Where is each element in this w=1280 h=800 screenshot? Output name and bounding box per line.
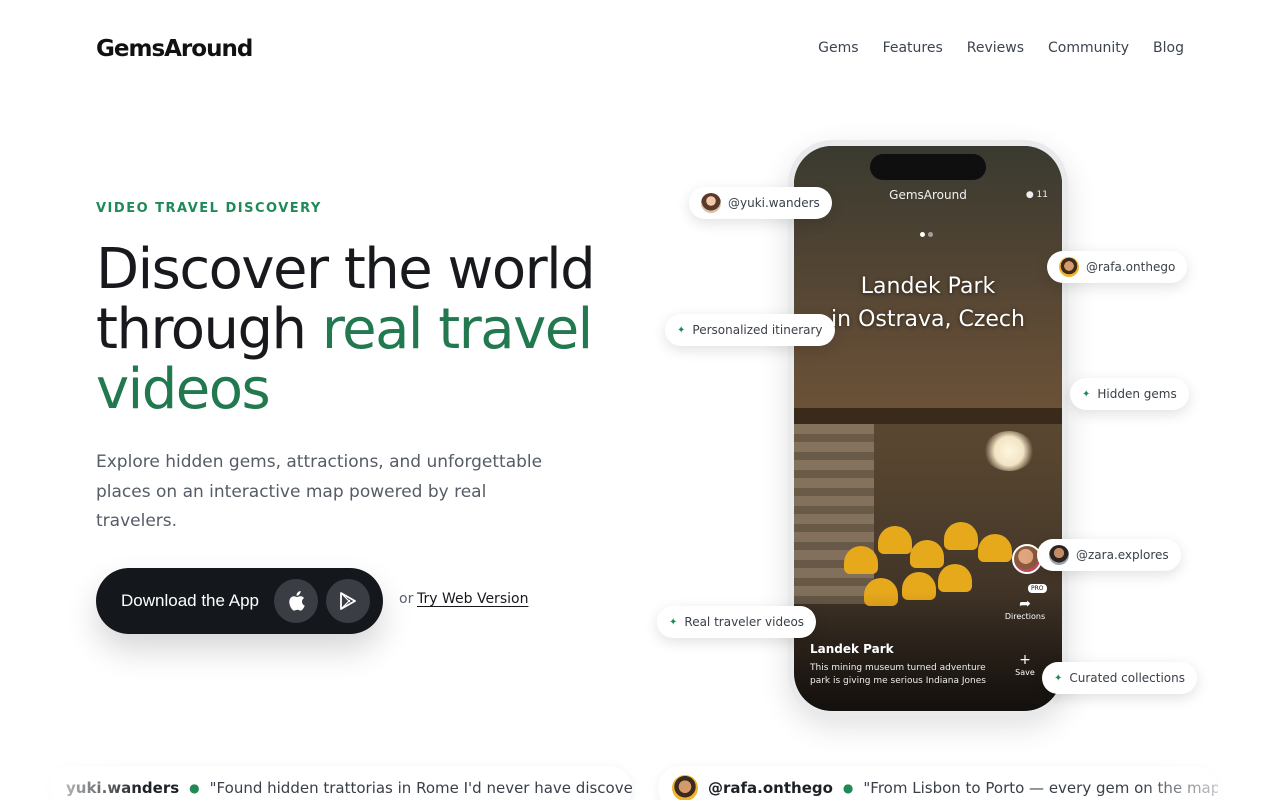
pill-personalized-itinerary: ✦ Personalized itinerary	[665, 314, 835, 346]
nav-link-gems[interactable]: Gems	[818, 40, 858, 56]
pill-label: Personalized itinerary	[692, 323, 823, 337]
google-play-icon[interactable]	[326, 579, 370, 623]
or-text: or	[399, 591, 414, 607]
nav-link-features[interactable]: Features	[883, 40, 943, 56]
pro-badge: PRO	[1028, 584, 1047, 593]
sparkle-icon: ✦	[669, 616, 678, 628]
pill-user-yuki: @yuki.wanders	[689, 187, 832, 219]
video-place-name: Landek Park	[810, 642, 894, 656]
pill-label: @rafa.onthego	[1086, 260, 1176, 274]
pill-curated-collections: ✦ Curated collections	[1042, 662, 1198, 694]
logo[interactable]: GemsAround	[96, 36, 253, 62]
nav-link-blog[interactable]: Blog	[1153, 40, 1184, 56]
pill-hidden-gems: ✦ Hidden gems	[1070, 378, 1189, 410]
pin-count[interactable]: ● 11	[1026, 190, 1048, 200]
pill-label: Hidden gems	[1097, 387, 1177, 401]
sparkle-icon: ✦	[1082, 388, 1091, 400]
avatar	[1049, 545, 1069, 565]
plus-icon: +	[1019, 652, 1031, 668]
testimonial-card: @rafa.onthego ● "From Lisbon to Porto — …	[658, 766, 1218, 800]
directions-label: Directions	[1004, 612, 1046, 621]
download-app-button[interactable]: Download the App	[96, 568, 383, 634]
pill-user-zara: @zara.explores	[1037, 539, 1181, 571]
pill-label: Real traveler videos	[684, 615, 805, 629]
testimonial-handle: @rafa.onthego	[708, 779, 833, 797]
separator-dot: ●	[189, 781, 200, 795]
nav-link-reviews[interactable]: Reviews	[967, 40, 1024, 56]
place-title-line1: Landek Park	[860, 274, 996, 299]
pill-real-traveler-videos: ✦ Real traveler videos	[657, 606, 817, 638]
download-app-label: Download the App	[121, 591, 259, 610]
pill-label: @yuki.wanders	[728, 196, 820, 210]
video-scene-beam	[794, 408, 1062, 424]
phone-screen[interactable]: GemsAround ● 11 Landek Park in Ostrava, …	[794, 146, 1062, 711]
testimonial-quote: "Found hidden trattorias in Rome I'd nev…	[209, 779, 632, 797]
nav-link-community[interactable]: Community	[1048, 40, 1129, 56]
ticker-fade-right	[1140, 760, 1280, 800]
pill-user-rafa: @rafa.onthego	[1047, 251, 1188, 283]
separator-dot: ●	[842, 781, 854, 795]
video-caption: This mining museum turned adventure park…	[810, 663, 986, 686]
phone-mockup: GemsAround ● 11 Landek Park in Ostrava, …	[788, 140, 1068, 717]
directions-icon: ➦	[1019, 596, 1031, 612]
carousel-dot	[928, 232, 933, 237]
hero-headline: Discover the world through real travel v…	[96, 240, 656, 420]
avatar	[672, 775, 698, 800]
pin-count-value: 11	[1036, 190, 1048, 200]
ticker-fade-left	[0, 760, 140, 800]
phone-app-title: GemsAround	[889, 188, 967, 202]
hero-description: Explore hidden gems, attractions, and un…	[96, 452, 543, 531]
pill-label: Curated collections	[1069, 671, 1186, 685]
sparkle-icon: ✦	[1054, 672, 1063, 684]
map-pin-icon: ●	[1025, 190, 1034, 200]
sparkle-icon: ✦	[677, 324, 686, 336]
carousel-dots	[920, 232, 933, 237]
directions-action[interactable]: ➦ Directions	[1000, 596, 1050, 621]
dynamic-island	[870, 154, 986, 180]
try-web-version-link[interactable]: Try Web Version	[417, 591, 528, 607]
lamp-light	[984, 431, 1034, 471]
carousel-dot-active	[920, 232, 925, 237]
main-nav: Gems Features Reviews Community Blog	[818, 40, 1184, 56]
apple-icon[interactable]	[274, 579, 318, 623]
avatar	[1059, 257, 1079, 277]
hero-eyebrow: VIDEO TRAVEL DISCOVERY	[96, 201, 322, 216]
pill-label: @zara.explores	[1076, 548, 1169, 562]
avatar	[701, 193, 721, 213]
